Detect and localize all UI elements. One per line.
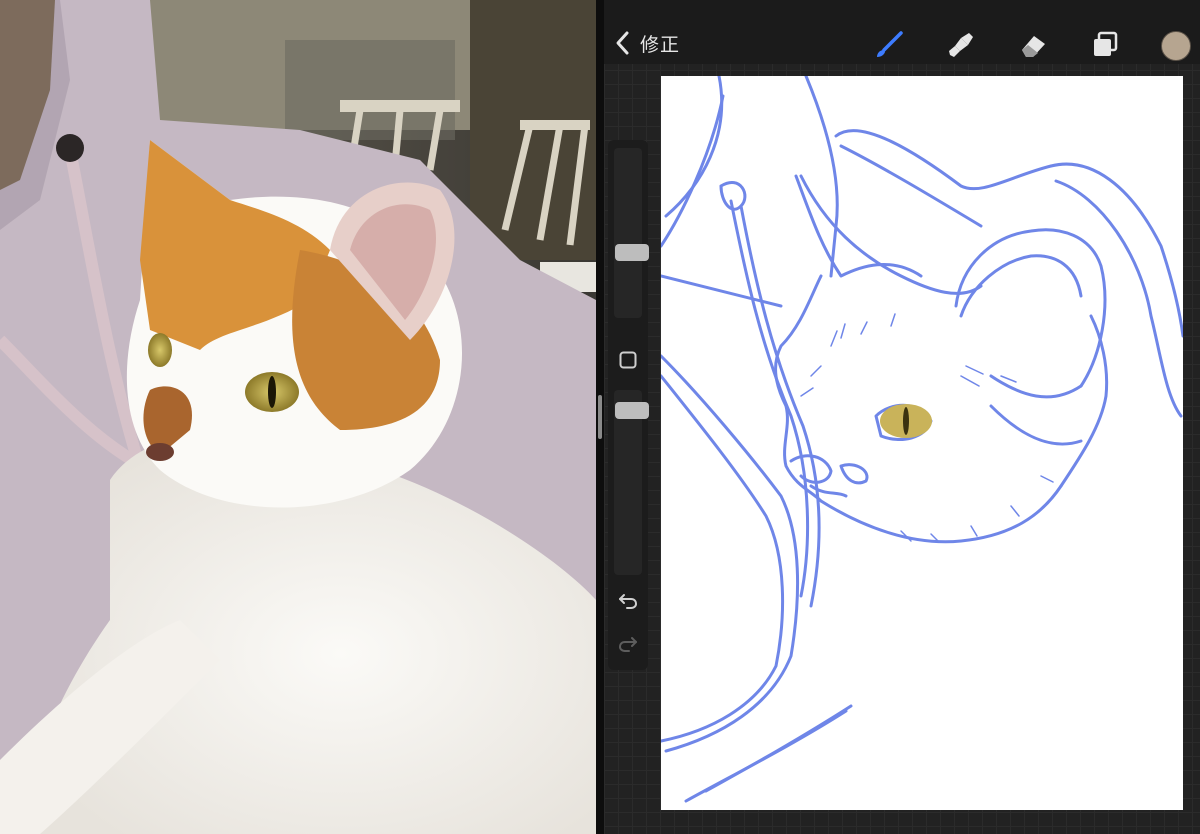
smudge-tool-button[interactable] <box>946 30 976 60</box>
eraser-icon <box>1022 36 1045 57</box>
brush-tool-button[interactable] <box>874 30 904 60</box>
drawing-canvas[interactable] <box>661 76 1183 810</box>
reference-photo <box>0 0 596 834</box>
brush-size-thumb[interactable] <box>615 244 649 261</box>
drawing-app: 修正 <box>604 0 1200 834</box>
opacity-slider[interactable] <box>614 390 649 575</box>
undo-icon[interactable] <box>618 590 638 610</box>
layers-icon <box>1094 31 1118 56</box>
brush-icon <box>877 31 903 57</box>
sketch-artwork <box>661 76 1183 803</box>
split-view-grip[interactable] <box>598 395 602 439</box>
sidebar <box>608 140 649 670</box>
modify-square-icon[interactable] <box>619 351 637 369</box>
back-button[interactable]: 修正 <box>614 28 680 58</box>
brush-size-slider[interactable] <box>614 148 649 318</box>
top-toolbar: 修正 <box>604 0 1200 64</box>
layers-button[interactable] <box>1090 30 1120 60</box>
redo-icon[interactable] <box>618 633 638 653</box>
split-view-divider[interactable] <box>596 0 604 834</box>
eraser-tool-button[interactable] <box>1018 30 1048 60</box>
back-label: 修正 <box>640 33 681 56</box>
cat-photo-image <box>0 0 596 834</box>
color-picker-button[interactable] <box>1161 31 1191 61</box>
smudge-icon <box>949 33 973 57</box>
opacity-thumb[interactable] <box>615 402 649 419</box>
chevron-left-icon <box>616 31 629 55</box>
